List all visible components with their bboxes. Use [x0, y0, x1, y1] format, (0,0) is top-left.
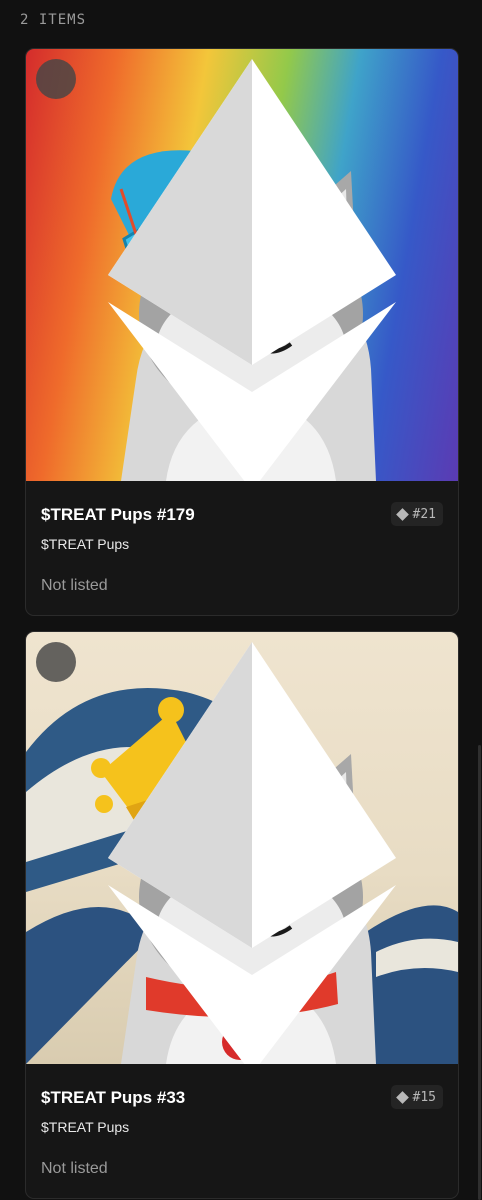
- listing-status: Not listed: [41, 577, 108, 594]
- nft-title[interactable]: $TREAT Pups #33: [41, 1088, 185, 1108]
- nft-title[interactable]: $TREAT Pups #179: [41, 505, 195, 525]
- collection-name[interactable]: $TREAT Pups: [41, 536, 129, 552]
- collection-name[interactable]: $TREAT Pups: [41, 1119, 129, 1135]
- nft-image[interactable]: [26, 632, 458, 1064]
- nft-card[interactable]: $TREAT Pups #33 #15 $TREAT Pups Not list…: [25, 631, 459, 1199]
- rarity-rank-badge: #21: [390, 502, 443, 526]
- item-count-label: 2 ITEMS: [20, 12, 87, 28]
- ethereum-chain-badge: [36, 642, 396, 1064]
- rarity-rank-badge: #15: [390, 1085, 443, 1109]
- nft-card-info: $TREAT Pups #179 #21 $TREAT Pups Not lis…: [26, 481, 458, 615]
- nft-image[interactable]: [26, 49, 458, 481]
- diamond-icon: [395, 507, 409, 521]
- rarity-rank: #21: [412, 506, 436, 522]
- nft-card[interactable]: $TREAT Pups #179 #21 $TREAT Pups Not lis…: [25, 48, 459, 616]
- listing-status: Not listed: [41, 1160, 108, 1177]
- scrollbar[interactable]: [478, 745, 481, 1200]
- ethereum-icon: [108, 642, 396, 1064]
- diamond-icon: [395, 1090, 409, 1104]
- rarity-rank: #15: [412, 1089, 436, 1105]
- ethereum-icon: [108, 59, 396, 481]
- ethereum-chain-badge: [36, 59, 396, 481]
- nft-card-info: $TREAT Pups #33 #15 $TREAT Pups Not list…: [26, 1064, 458, 1198]
